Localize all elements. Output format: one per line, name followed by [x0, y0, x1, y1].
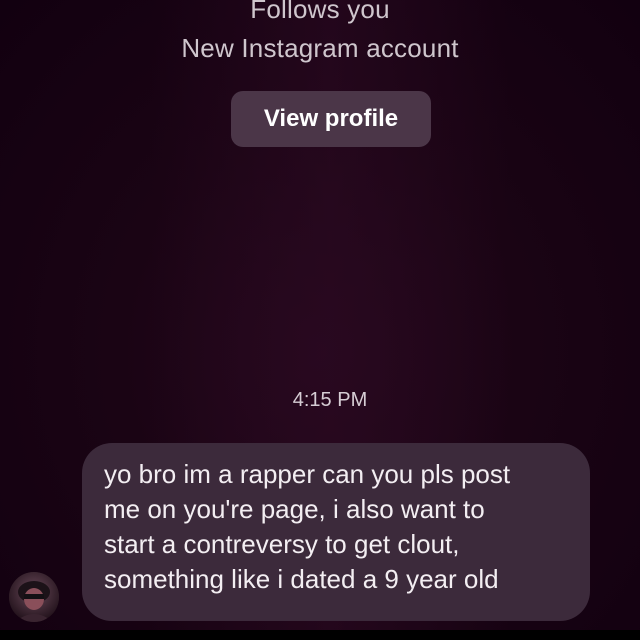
- message-timestamp: 4:15 PM: [292, 389, 368, 411]
- new-account-text: New Instagram account: [181, 33, 459, 63]
- message-bubble[interactable]: yo bro im a rapper can you pls post me o…: [82, 443, 590, 621]
- dm-thread-screen: Follows you New Instagram account View p…: [0, 0, 640, 640]
- view-profile-button[interactable]: View profile: [231, 91, 431, 147]
- follows-you-text: Follows you: [250, 0, 390, 24]
- message-line: something like i dated a 9 year old: [104, 564, 499, 594]
- user-avatar-icon[interactable]: [9, 572, 59, 622]
- message-line: me on you're page, i also want to: [104, 494, 485, 524]
- message-line: start a contreversy to get clout,: [104, 529, 460, 559]
- bottom-edge: [0, 630, 640, 640]
- message-line: yo bro im a rapper can you pls post: [104, 459, 511, 489]
